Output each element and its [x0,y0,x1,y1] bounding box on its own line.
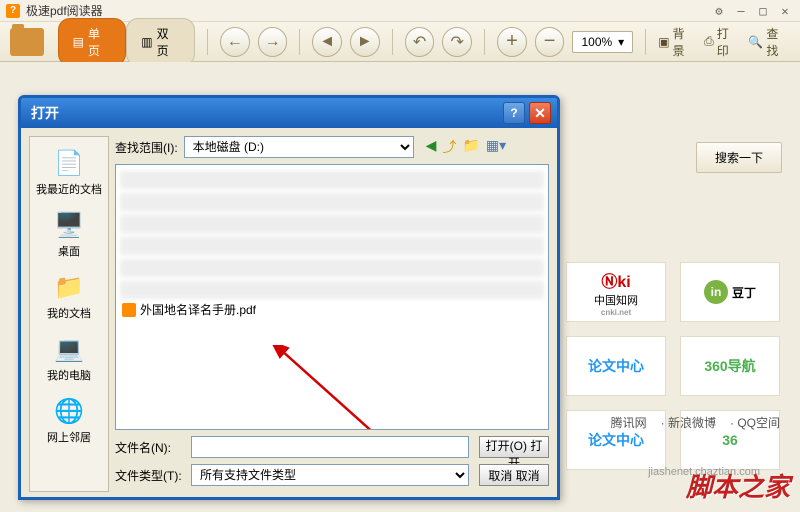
mydocs-icon: 📁 [53,271,85,303]
footer-links: 腾讯网 · 新浪微博 · QQ空间 [611,414,780,431]
places-bar: 📄我最近的文档 🖥️桌面 📁我的文档 💻我的电脑 🌐网上邻居 [29,136,109,492]
link-tencent[interactable]: 腾讯网 [611,414,647,431]
place-mycomputer[interactable]: 💻我的电脑 [30,329,108,387]
chevron-down-icon: ▾ [618,35,624,49]
annotation-arrow [266,345,386,430]
dialog-cancel-button[interactable]: 取消 取消 [479,464,549,486]
desktop-icon: 🖥️ [53,209,85,241]
separator [299,29,300,55]
next-page-button[interactable]: ► [350,27,380,57]
rotate-right-button[interactable]: ↷ [442,27,472,57]
main-toolbar: ▤单页 ▥双页 ← → ◄ ► ↶ ↷ + − 100%▾ ▣ 背景 ⎙ 打印 … [0,22,800,62]
look-in-select[interactable]: 本地磁盘 (D:) [184,136,414,158]
tile-cnki[interactable]: Ⓝki中国知网cnki.net [566,262,666,322]
open-file-dialog: 打开 ? ✕ 📄我最近的文档 🖥️桌面 📁我的文档 💻我的电脑 🌐网上邻居 查找… [18,95,560,500]
look-in-label: 查找范围(I): [115,139,178,156]
tile-grid: Ⓝki中国知网cnki.net in豆丁 论文中心 360导航 论文中心 36 [566,262,780,470]
filename-input[interactable] [191,436,469,458]
separator [645,29,646,55]
dialog-titlebar: 打开 ? ✕ [21,98,557,128]
nav-up-icon[interactable]: ⤴ [442,137,456,157]
nav-newfolder-icon[interactable]: 📁 [462,137,479,157]
place-recent[interactable]: 📄我最近的文档 [30,143,108,201]
dialog-help-button[interactable]: ? [503,102,525,124]
link-weibo[interactable]: · 新浪微博 [661,414,716,431]
open-file-icon[interactable] [10,28,44,56]
tile-360nav[interactable]: 360导航 [680,336,780,396]
network-icon: 🌐 [53,395,85,427]
zoom-select[interactable]: 100%▾ [572,31,633,53]
app-title: 极速pdf阅读器 [26,2,710,19]
search-button[interactable]: 搜索一下 [696,142,782,173]
file-list[interactable]: 外国地名译名手册.pdf [115,164,549,430]
link-qzone[interactable]: · QQ空间 [730,414,780,431]
close-button[interactable]: ✕ [776,4,794,18]
dialog-open-button[interactable]: 打开(O) 打开 [479,436,549,458]
tab-double-page[interactable]: ▥双页 [126,18,195,66]
app-logo-icon: ? [6,4,20,18]
tab-single-page[interactable]: ▤单页 [58,18,127,66]
file-item-pdf[interactable]: 外国地名译名手册.pdf [120,299,544,320]
settings-icon[interactable]: ⚙ [710,4,728,18]
recent-docs-icon: 📄 [53,147,85,179]
forward-button[interactable]: → [258,27,288,57]
separator [484,29,485,55]
find-button[interactable]: 🔍 查找 [748,25,790,59]
zoom-in-button[interactable]: + [497,27,527,57]
print-button[interactable]: ⎙ 打印 [704,25,740,59]
filename-label: 文件名(N): [115,439,185,456]
computer-icon: 💻 [53,333,85,365]
file-item-label: 外国地名译名手册.pdf [140,301,256,318]
place-network[interactable]: 🌐网上邻居 [30,391,108,449]
maximize-button[interactable]: □ [754,4,772,18]
prev-page-button[interactable]: ◄ [312,27,342,57]
rotate-left-button[interactable]: ↶ [405,27,435,57]
dialog-close-button[interactable]: ✕ [529,102,551,124]
back-button[interactable]: ← [220,27,250,57]
nav-view-icon[interactable]: ▦▾ [486,137,506,157]
filetype-label: 文件类型(T): [115,467,185,484]
background-button[interactable]: ▣ 背景 [658,25,696,59]
nav-back-icon[interactable]: ◀ [426,137,437,157]
place-mydocs[interactable]: 📁我的文档 [30,267,108,325]
filetype-select[interactable]: 所有支持文件类型 [191,464,469,486]
separator [207,29,208,55]
zoom-out-button[interactable]: − [535,27,565,57]
pdf-file-icon [122,303,136,317]
separator [392,29,393,55]
tile-docin[interactable]: in豆丁 [680,262,780,322]
minimize-button[interactable]: — [732,4,750,18]
blurred-content [120,169,544,299]
watermark-text: 脚本之家 [686,467,790,504]
tile-lunwen[interactable]: 论文中心 [566,336,666,396]
place-desktop[interactable]: 🖥️桌面 [30,205,108,263]
dialog-title: 打开 [27,103,499,123]
